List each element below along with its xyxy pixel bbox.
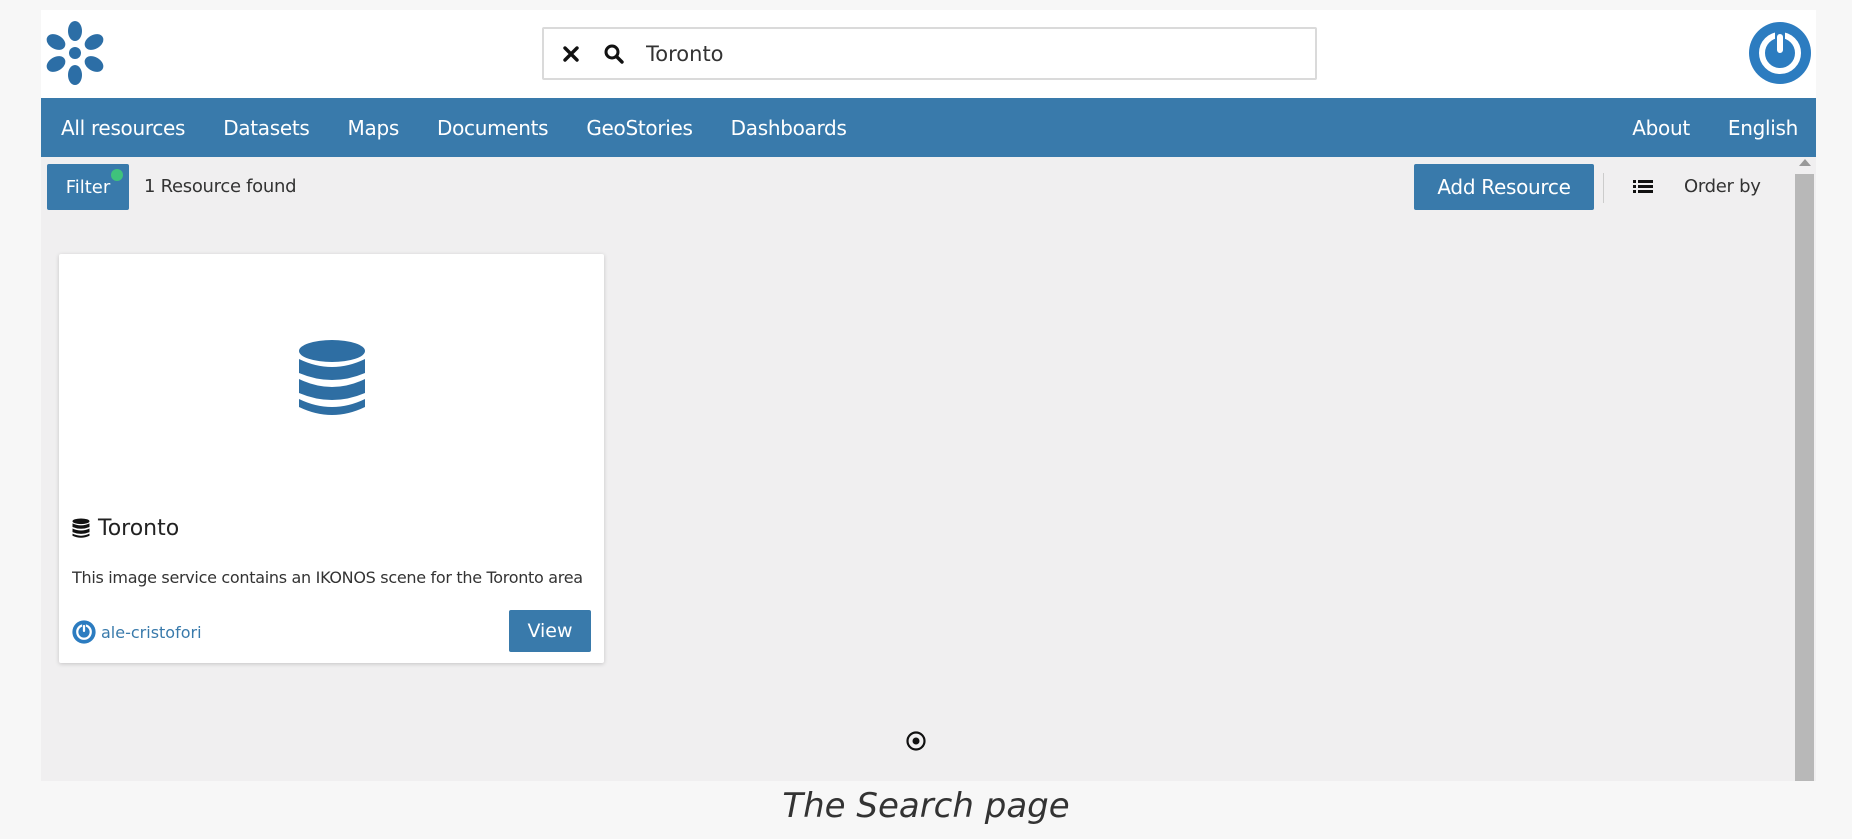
- filter-button-label: Filter: [65, 176, 111, 198]
- card-title[interactable]: Toronto: [72, 516, 179, 541]
- main-nav: All resources Datasets Maps Documents Ge…: [41, 98, 1816, 157]
- clear-search-icon[interactable]: [560, 43, 582, 65]
- resource-card[interactable]: Toronto This image service contains an I…: [59, 254, 604, 663]
- nav-documents[interactable]: Documents: [418, 116, 567, 140]
- nav-about[interactable]: About: [1613, 116, 1709, 140]
- results-toolbar: Filter 1 Resource found Add Resource Ord…: [41, 157, 1791, 219]
- owner-avatar-icon: [72, 620, 96, 644]
- add-resource-button[interactable]: Add Resource: [1414, 164, 1594, 210]
- loading-indicator-icon: [905, 730, 927, 752]
- top-header: [41, 10, 1816, 98]
- geonode-logo-icon[interactable]: [43, 20, 107, 86]
- nav-maps[interactable]: Maps: [329, 116, 418, 140]
- toolbar-divider: [1603, 173, 1604, 203]
- user-menu-icon[interactable]: [1748, 21, 1812, 85]
- card-title-text: Toronto: [98, 516, 180, 541]
- scroll-thumb[interactable]: [1795, 174, 1814, 781]
- result-count: 1 Resource found: [144, 176, 297, 197]
- card-owner-name: ale-cristofori: [101, 622, 202, 642]
- nav-all-resources[interactable]: All resources: [41, 116, 204, 140]
- order-by-dropdown[interactable]: Order by: [1684, 176, 1761, 197]
- nav-language[interactable]: English: [1709, 116, 1816, 140]
- nav-geostories[interactable]: GeoStories: [567, 116, 711, 140]
- list-view-icon[interactable]: [1631, 176, 1655, 200]
- scrollbar[interactable]: [1794, 157, 1814, 781]
- filter-active-indicator: [111, 169, 123, 181]
- app-window: All resources Datasets Maps Documents Ge…: [41, 10, 1816, 781]
- figure-caption: The Search page: [782, 786, 1070, 826]
- card-thumbnail[interactable]: [59, 254, 604, 504]
- search-icon[interactable]: [602, 42, 626, 66]
- scroll-up-arrow-icon[interactable]: [1799, 159, 1811, 166]
- nav-dashboards[interactable]: Dashboards: [712, 116, 866, 140]
- card-description: This image service contains an IKONOS sc…: [72, 568, 583, 587]
- card-owner-link[interactable]: ale-cristofori: [72, 620, 202, 644]
- database-icon: [298, 340, 365, 415]
- search-bar: [542, 27, 1317, 80]
- view-button[interactable]: View: [509, 610, 591, 652]
- search-input[interactable]: [646, 41, 1246, 66]
- dataset-type-icon: [72, 518, 90, 538]
- nav-datasets[interactable]: Datasets: [204, 116, 328, 140]
- filter-button[interactable]: Filter: [47, 164, 129, 210]
